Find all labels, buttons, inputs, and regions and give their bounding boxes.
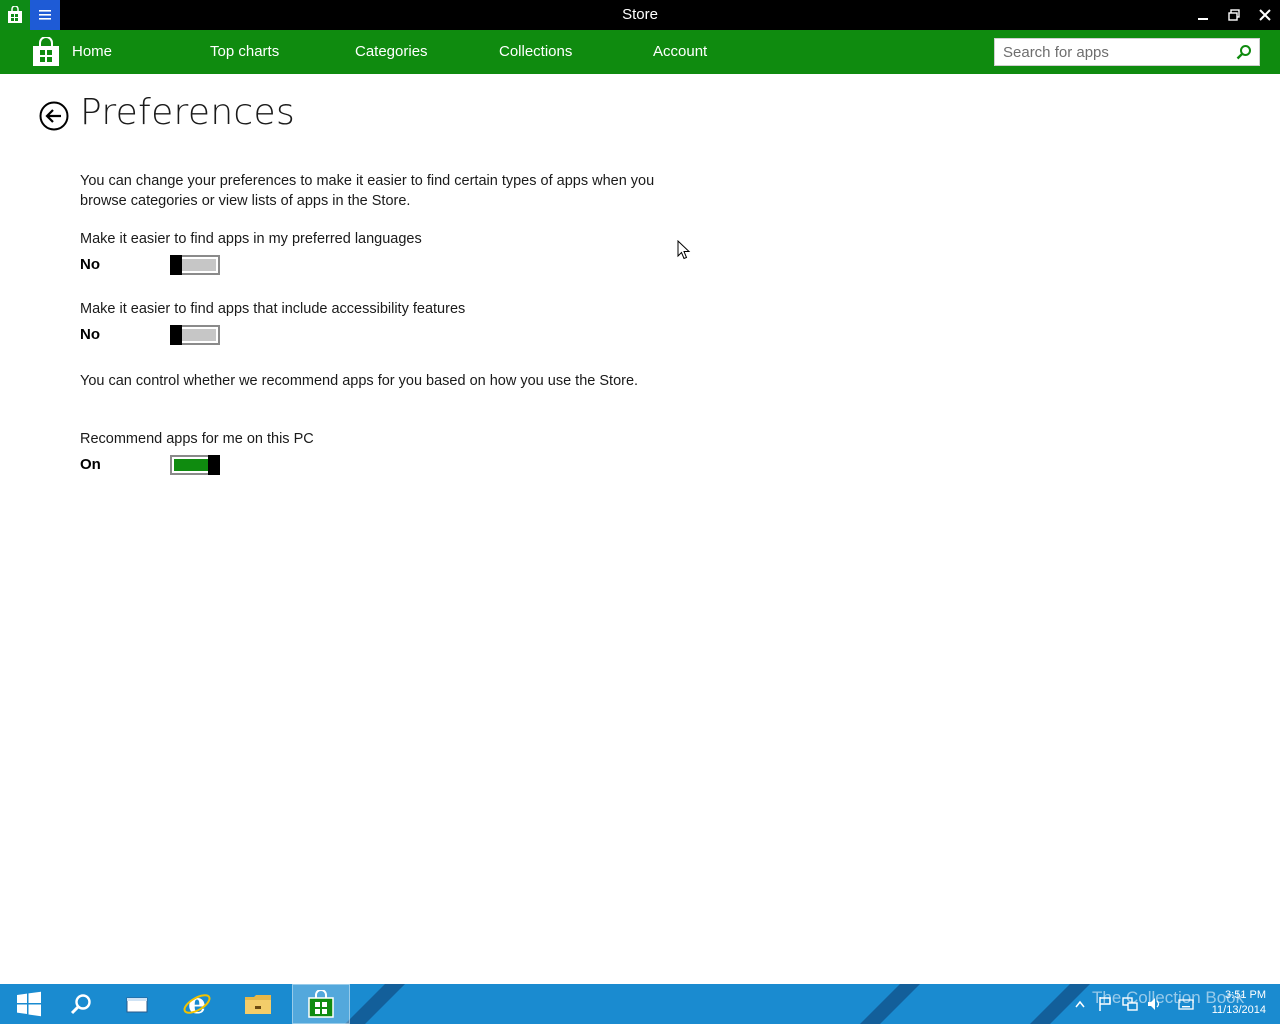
nav-categories[interactable]: Categories: [355, 30, 428, 74]
accessibility-state: No: [80, 326, 100, 343]
title-bar: Store: [0, 0, 1280, 30]
preferred-languages-toggle[interactable]: [170, 255, 220, 275]
action-center-flag-icon[interactable]: [1097, 996, 1113, 1012]
svg-text:e: e: [188, 989, 206, 1019]
page-title: Preferences: [80, 92, 296, 133]
accessibility-toggle[interactable]: [170, 325, 220, 345]
back-arrow-icon[interactable]: [38, 100, 70, 132]
close-icon[interactable]: [1250, 0, 1280, 30]
taskbar: e The Collection Book 3:51 PM 11/13/2014: [0, 984, 1280, 1024]
network-icon[interactable]: [1122, 996, 1138, 1012]
file-explorer-icon[interactable]: [229, 984, 287, 1024]
taskbar-decoration: [860, 984, 920, 1024]
search-input[interactable]: [995, 39, 1225, 65]
clock-date: 11/13/2014: [1211, 1004, 1266, 1016]
toggle-thumb: [170, 325, 182, 345]
mouse-cursor-icon: [677, 239, 691, 260]
store-icon[interactable]: [292, 984, 350, 1024]
store-nav-bar: Home Top charts Categories Collections A…: [0, 30, 1280, 74]
start-icon[interactable]: [0, 984, 58, 1024]
toggle-thumb: [170, 255, 182, 275]
accessibility-label: Make it easier to find apps that include…: [80, 301, 466, 317]
clock-time: 3:51 PM: [1225, 989, 1266, 1001]
show-hidden-icons-icon[interactable]: [1072, 996, 1088, 1012]
taskbar-decoration: [345, 984, 405, 1024]
nav-top-charts[interactable]: Top charts: [210, 30, 279, 74]
hamburger-menu-icon[interactable]: [30, 0, 60, 30]
clock[interactable]: 3:51 PM 11/13/2014: [1212, 988, 1266, 1018]
internet-explorer-icon[interactable]: e: [168, 984, 226, 1024]
recommend-intro-text: You can control whether we recommend app…: [80, 373, 639, 389]
nav-account[interactable]: Account: [653, 30, 707, 74]
intro-text: You can change your preferences to make …: [80, 173, 655, 209]
store-logo-icon[interactable]: [32, 36, 60, 67]
recommend-apps-toggle[interactable]: [170, 455, 220, 475]
store-app-icon[interactable]: [0, 0, 30, 30]
toggle-thumb: [208, 455, 220, 475]
search-icon[interactable]: [1233, 42, 1255, 62]
nav-collections[interactable]: Collections: [499, 30, 572, 74]
recommend-apps-state: On: [80, 456, 101, 473]
search-box: [994, 38, 1260, 66]
preferred-languages-state: No: [80, 256, 100, 273]
nav-home[interactable]: Home: [72, 30, 112, 74]
preferred-languages-label: Make it easier to find apps in my prefer…: [80, 231, 422, 247]
keyboard-icon[interactable]: [1178, 996, 1194, 1012]
volume-icon[interactable]: [1147, 996, 1163, 1012]
task-view-icon[interactable]: [108, 984, 166, 1024]
recommend-apps-label: Recommend apps for me on this PC: [80, 431, 314, 447]
restore-icon[interactable]: [1219, 0, 1249, 30]
search-icon[interactable]: [52, 984, 110, 1024]
window-title: Store: [622, 6, 658, 23]
minimize-icon[interactable]: [1188, 0, 1218, 30]
